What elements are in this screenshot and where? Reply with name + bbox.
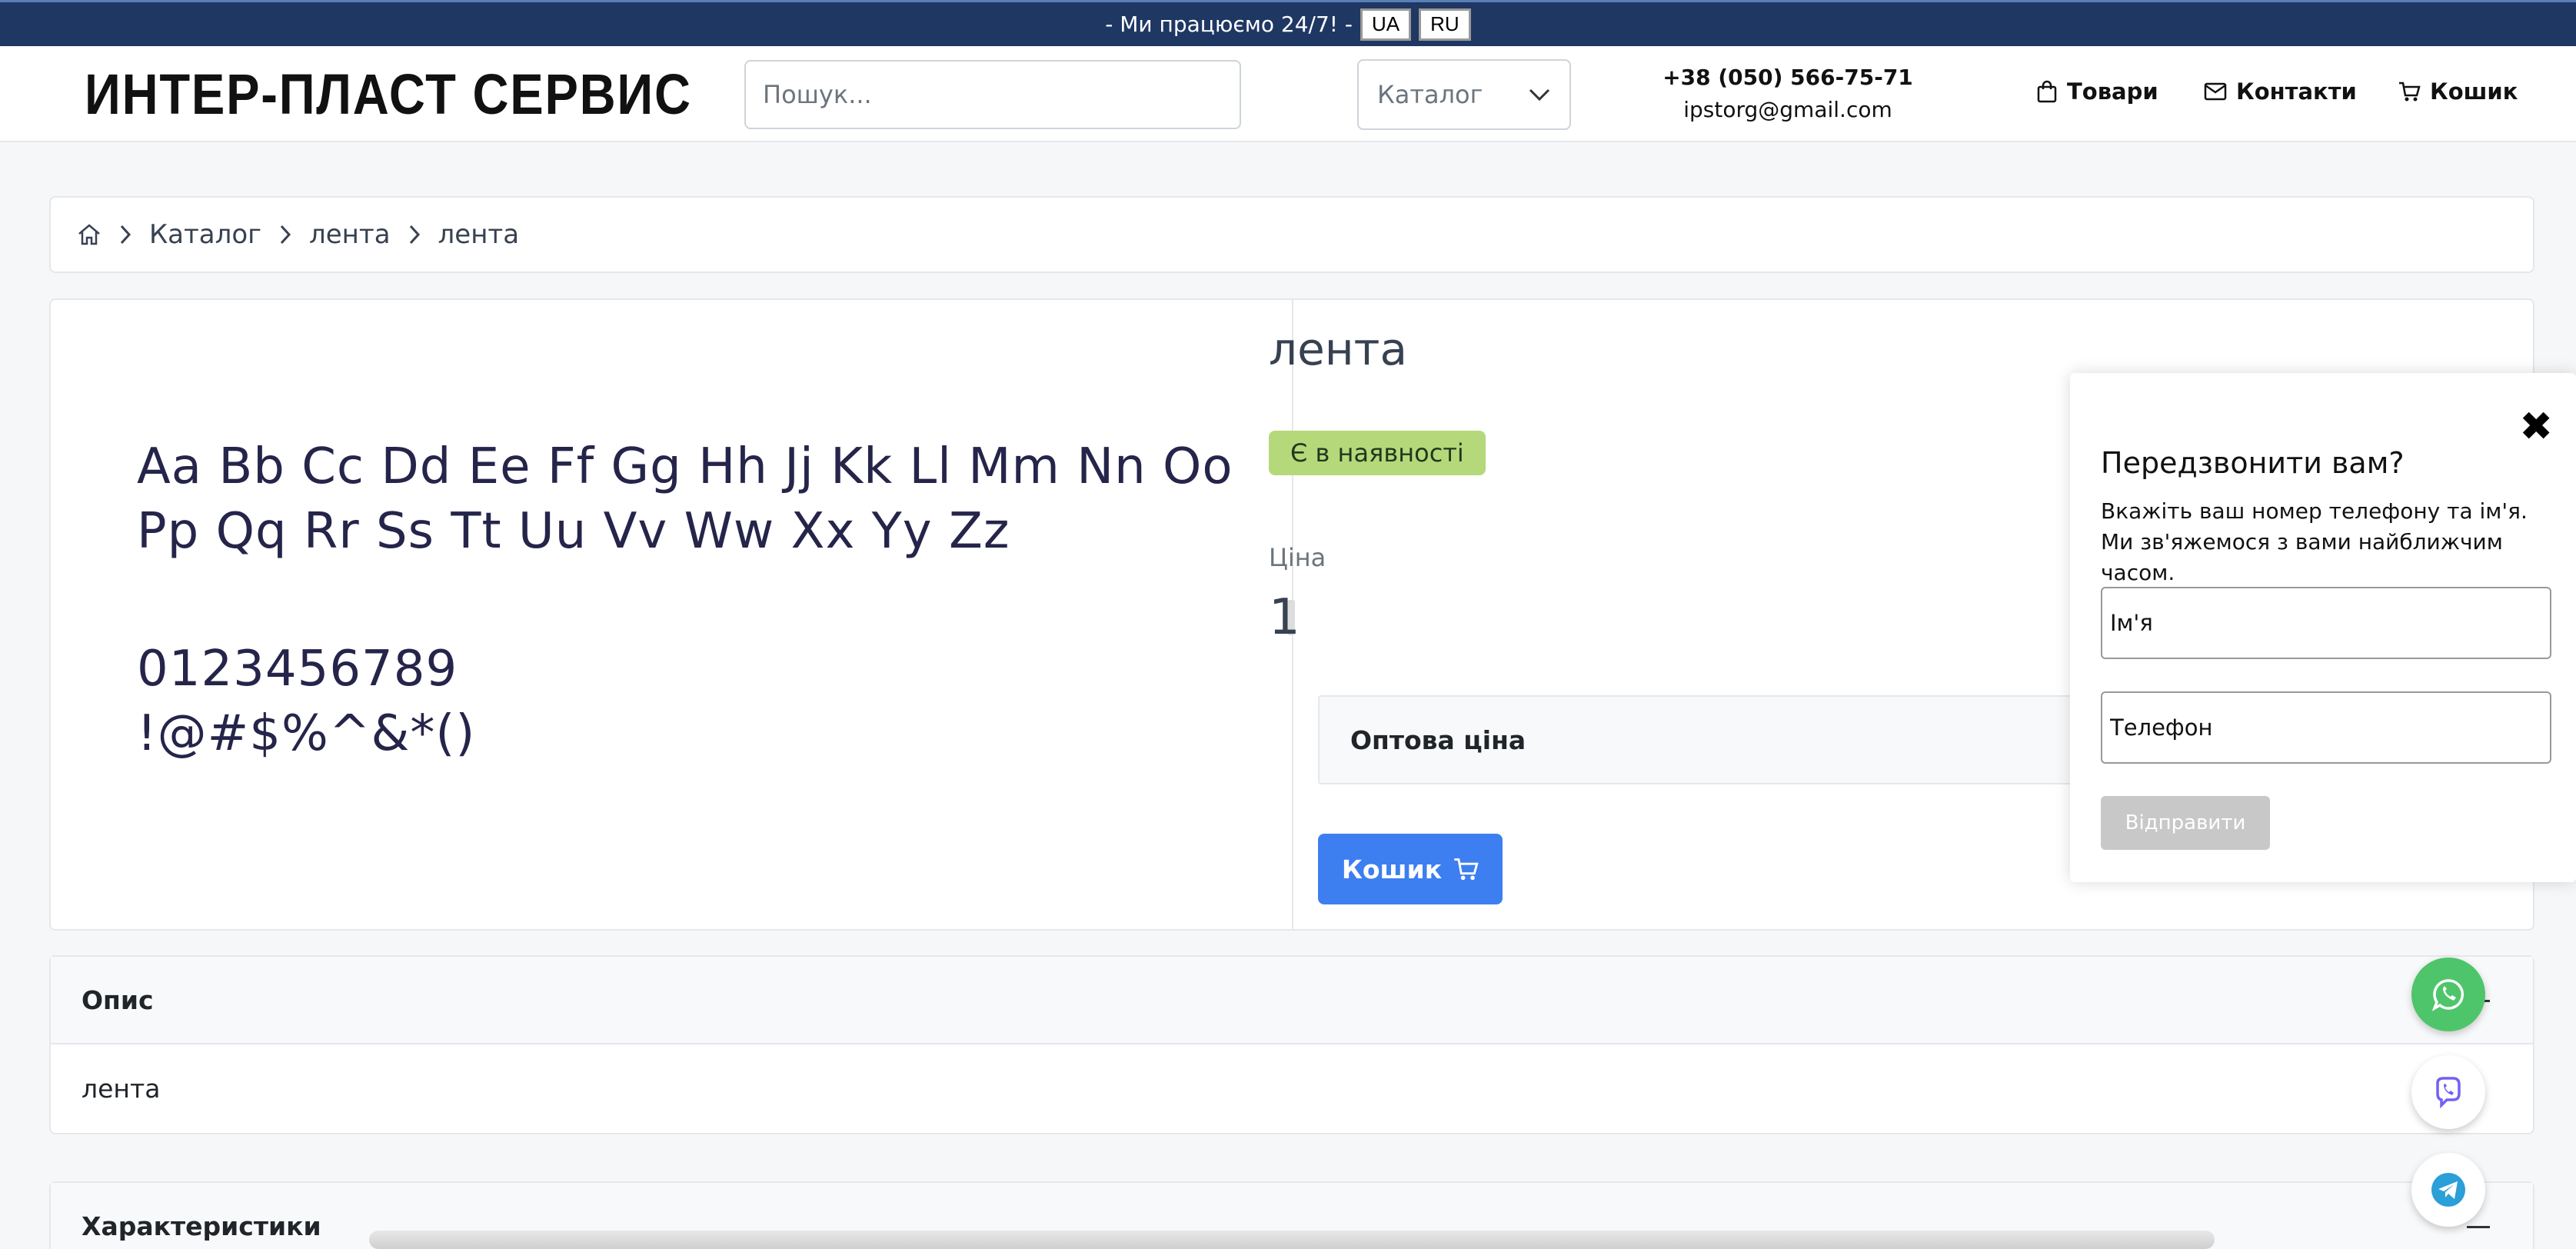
catalog-select[interactable]: Каталог [1357, 59, 1571, 130]
nav-products[interactable]: Товари [2036, 78, 2158, 105]
lang-ru-button[interactable]: RU [1419, 8, 1471, 41]
product-image[interactable]: Aa Bb Cc Dd Ee Ff Gg Hh Jj Kk Ll Mm Nn O… [137, 435, 1252, 766]
telegram-icon [2431, 1173, 2465, 1207]
callback-submit-button[interactable]: Відправити [2101, 796, 2270, 850]
collapse-icon [2467, 1226, 2490, 1228]
price-value: 1 [1269, 589, 1300, 646]
breadcrumb-item-category[interactable]: лента [309, 219, 391, 250]
callback-subtitle: Вкажіть ваш номер телефону та ім'я. Ми з… [2101, 496, 2576, 588]
whatsapp-button[interactable] [2411, 958, 2485, 1031]
description-accordion: Опис лента [49, 955, 2534, 1134]
telegram-button[interactable] [2411, 1153, 2485, 1227]
callback-subtitle-line-2: Ми зв'яжемося з вами найближчим часом. [2101, 529, 2503, 585]
stock-badge: Є в наявності [1269, 431, 1486, 475]
home-icon[interactable] [77, 223, 102, 246]
callback-phone-input[interactable] [2101, 691, 2551, 764]
lang-ua-button[interactable]: UA [1360, 8, 1412, 41]
breadcrumb: Каталог лента лента [49, 196, 2534, 273]
specimen-line-2: Pp Qq Rr Ss Tt Uu Vv Ww Xx Yy Zz [137, 503, 1010, 560]
search-input[interactable] [744, 60, 1241, 129]
header-contacts: +38 (050) 566-75-71 ipstorg@gmail.com [1646, 62, 1930, 126]
nav-products-label: Товари [2067, 78, 2158, 105]
cart-icon [1454, 858, 1479, 881]
chevron-right-icon [409, 225, 420, 245]
chevron-down-icon [1529, 88, 1550, 102]
envelope-icon [2204, 82, 2227, 101]
callback-title: Передзвонити вам? [2101, 446, 2405, 480]
callback-popup: ✖ Передзвонити вам? Вкажіть ваш номер те… [2070, 373, 2576, 882]
breadcrumb-item-current: лента [438, 219, 520, 250]
bottom-shadow [369, 1231, 2215, 1249]
description-body: лента [82, 1074, 161, 1104]
product-title: лента [1269, 323, 1408, 375]
viber-button[interactable] [2411, 1055, 2485, 1129]
header-phone[interactable]: +38 (050) 566-75-71 [1646, 62, 1930, 94]
description-title: Опис [82, 984, 154, 1015]
callback-name-input[interactable] [2101, 587, 2551, 659]
nav-cart-label: Кошик [2430, 78, 2518, 105]
breadcrumb-item-catalog[interactable]: Каталог [149, 219, 261, 250]
viber-icon [2436, 1077, 2461, 1109]
close-icon[interactable]: ✖ [2519, 404, 2553, 450]
specimen-line-4: !@#$%^&*() [137, 705, 476, 762]
description-header[interactable]: Опис [51, 957, 2533, 1044]
site-logo[interactable]: ИНТЕР-ПЛАСТ СЕРВИС [85, 62, 692, 127]
announcement-text: - Ми працюємо 24/7! - [1105, 12, 1353, 37]
add-to-cart-label: Кошик [1341, 854, 1443, 884]
wholesale-price-label: Оптова ціна [1350, 724, 1526, 755]
callback-subtitle-line-1: Вкажіть ваш номер телефону та ім'я. [2101, 498, 2528, 524]
specimen-line-3: 0123456789 [137, 641, 458, 698]
nav-contacts-label: Контакти [2236, 78, 2357, 105]
chevron-right-icon [120, 225, 131, 245]
catalog-select-label: Каталог [1377, 80, 1483, 109]
whatsapp-icon [2431, 979, 2465, 1011]
shopping-bag-icon [2037, 80, 2057, 103]
nav-cart[interactable]: Кошик [2398, 78, 2518, 105]
cart-icon [2399, 82, 2421, 102]
header-email[interactable]: ipstorg@gmail.com [1646, 94, 1930, 126]
specs-title: Характеристики [82, 1211, 321, 1241]
add-to-cart-button[interactable]: Кошик [1318, 834, 1503, 904]
top-announcement-bar: - Ми працюємо 24/7! - UA RU [0, 0, 2576, 46]
nav-contacts[interactable]: Контакти [2204, 78, 2357, 105]
price-label: Ціна [1269, 543, 1326, 572]
site-header: ИНТЕР-ПЛАСТ СЕРВИС Каталог +38 (050) 566… [0, 46, 2576, 142]
specimen-line-1: Aa Bb Cc Dd Ee Ff Gg Hh Jj Kk Ll Mm Nn O… [137, 438, 1233, 495]
chevron-right-icon [280, 225, 291, 245]
